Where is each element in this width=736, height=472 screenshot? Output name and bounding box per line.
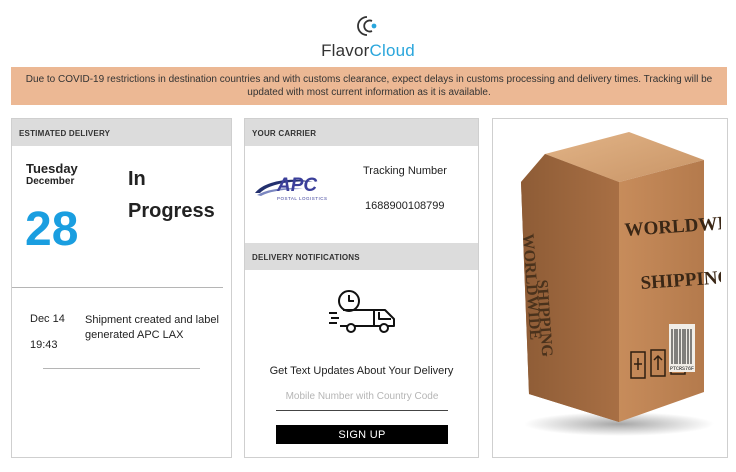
shipping-image-card: WORLDWIDE SHIPPING WORLDWIDE SHIPPING PT… — [492, 118, 728, 458]
mobile-number-input[interactable] — [276, 383, 448, 411]
tracking-number-value: 1688900108799 — [365, 200, 445, 212]
apc-logo-subtext: POSTAL LOGISTICS — [277, 196, 328, 201]
brand-name: FlavorCloud — [321, 41, 415, 60]
delivery-truck-clock-icon — [329, 290, 395, 333]
barcode-text: PTCRS76F — [670, 366, 694, 372]
divider — [12, 287, 223, 288]
event-description: Shipment created and label generated APC… — [85, 314, 219, 341]
delivery-weekday: Tuesday — [26, 161, 78, 176]
event-time: 19:43 — [30, 339, 58, 351]
delivery-day: 28 — [25, 203, 79, 256]
shipping-box-image: WORLDWIDE SHIPPING WORLDWIDE SHIPPING PT… — [519, 132, 721, 436]
event-date: Dec 14 — [30, 313, 65, 325]
delivery-month: December — [26, 176, 75, 187]
apc-logo-text: APC — [276, 175, 317, 196]
text-updates-prompt: Get Text Updates About Your Delivery — [269, 365, 454, 377]
brand-header: FlavorCloud — [0, 14, 736, 61]
tracking-number-label: Tracking Number — [363, 165, 447, 177]
covid-notice-banner: Due to COVID-19 restrictions in destinat… — [11, 67, 727, 105]
estimated-delivery-card: ESTIMATED DELIVERY Tuesday December 28 I… — [11, 118, 232, 458]
delivery-notifications-header: DELIVERY NOTIFICATIONS — [245, 243, 478, 270]
carrier-card: YOUR CARRIER APC POSTAL LOGISTICS Tracki… — [244, 118, 479, 458]
sign-up-button[interactable]: SIGN UP — [276, 425, 448, 444]
your-carrier-header: YOUR CARRIER — [245, 119, 478, 146]
estimated-delivery-header: ESTIMATED DELIVERY — [12, 119, 231, 146]
delivery-status: In Progress — [128, 168, 215, 222]
apc-logo-icon: APC POSTAL LOGISTICS — [255, 175, 328, 201]
flavorcloud-logo-icon — [357, 16, 377, 36]
divider — [43, 368, 200, 369]
